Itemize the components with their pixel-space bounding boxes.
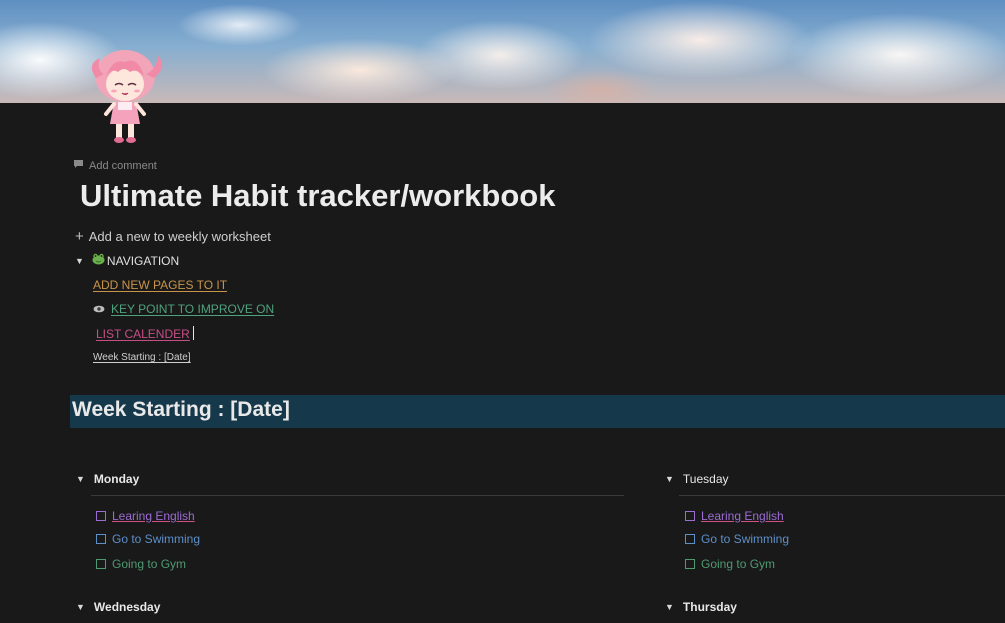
link-key-point[interactable]: KEY POINT TO IMPROVE ON	[93, 302, 274, 316]
triangle-down-icon[interactable]: ▼	[665, 602, 674, 612]
add-worksheet-label: Add a new to weekly worksheet	[88, 229, 271, 244]
text-cursor	[192, 326, 194, 340]
task-item[interactable]: Go to Swimming	[685, 532, 789, 546]
list-calendar-label: LIST CALENDER	[96, 327, 190, 341]
day-label-wednesday: Wednesday	[93, 600, 161, 614]
task-item[interactable]: Going to Gym	[685, 557, 775, 571]
toggle-tuesday[interactable]: ▼ Tuesday	[665, 472, 729, 486]
toggle-monday[interactable]: ▼ Monday	[76, 472, 139, 486]
checkbox[interactable]	[685, 534, 695, 544]
day-label-tuesday: Tuesday	[682, 472, 729, 486]
navigation-toggle[interactable]: ▼ NAVIGATION	[75, 253, 179, 268]
link-list-calendar[interactable]: LIST CALENDER	[96, 326, 194, 341]
link-week-starting[interactable]: Week Starting : [Date]	[93, 352, 191, 363]
add-comment-button[interactable]: Add comment	[73, 159, 157, 172]
task-label: Go to Swimming	[701, 532, 790, 546]
divider	[91, 495, 624, 496]
task-item[interactable]: Learing English	[96, 509, 195, 523]
task-label-text: Learing English	[112, 509, 195, 523]
triangle-down-icon[interactable]: ▼	[75, 256, 84, 266]
task-label-text: Learing English	[701, 509, 784, 523]
comment-icon	[73, 159, 84, 172]
key-point-label: KEY POINT TO IMPROVE ON	[111, 302, 275, 316]
checkbox[interactable]	[96, 511, 106, 521]
triangle-down-icon[interactable]: ▼	[76, 602, 85, 612]
checkbox[interactable]	[685, 511, 695, 521]
checkbox[interactable]	[685, 559, 695, 569]
task-label: Going to Gym	[112, 557, 187, 571]
add-worksheet-button[interactable]: + Add a new to weekly worksheet	[75, 228, 271, 245]
task-label: Go to Swimming	[112, 532, 201, 546]
checkbox[interactable]	[96, 559, 106, 569]
add-comment-label: Add comment	[89, 159, 157, 172]
plus-icon: +	[75, 228, 84, 245]
task-item[interactable]: Go to Swimming	[96, 532, 200, 546]
toggle-wednesday[interactable]: ▼ Wednesday	[76, 600, 160, 614]
day-label-monday: Monday	[93, 472, 140, 486]
page-title[interactable]: Ultimate Habit tracker/workbook	[80, 178, 555, 214]
link-add-new-pages[interactable]: ADD NEW PAGES TO IT	[93, 278, 227, 292]
frog-icon	[92, 253, 105, 268]
triangle-down-icon[interactable]: ▼	[665, 474, 674, 484]
triangle-down-icon[interactable]: ▼	[76, 474, 85, 484]
eye-icon	[93, 302, 105, 316]
task-item[interactable]: Going to Gym	[96, 557, 186, 571]
task-label: Learing English	[112, 509, 195, 523]
anime-girl-avatar-icon[interactable]	[78, 44, 174, 148]
week-heading: Week Starting : [Date]	[72, 398, 290, 421]
task-item[interactable]: Learing English	[685, 509, 784, 523]
task-label: Learing English	[701, 509, 784, 523]
week-heading-block[interactable]: Week Starting : [Date]	[70, 395, 1005, 428]
checkbox[interactable]	[96, 534, 106, 544]
divider	[679, 495, 1005, 496]
navigation-label: NAVIGATION	[106, 253, 180, 268]
day-label-thursday: Thursday	[682, 600, 737, 614]
task-label: Going to Gym	[701, 557, 776, 571]
toggle-thursday[interactable]: ▼ Thursday	[665, 600, 737, 614]
